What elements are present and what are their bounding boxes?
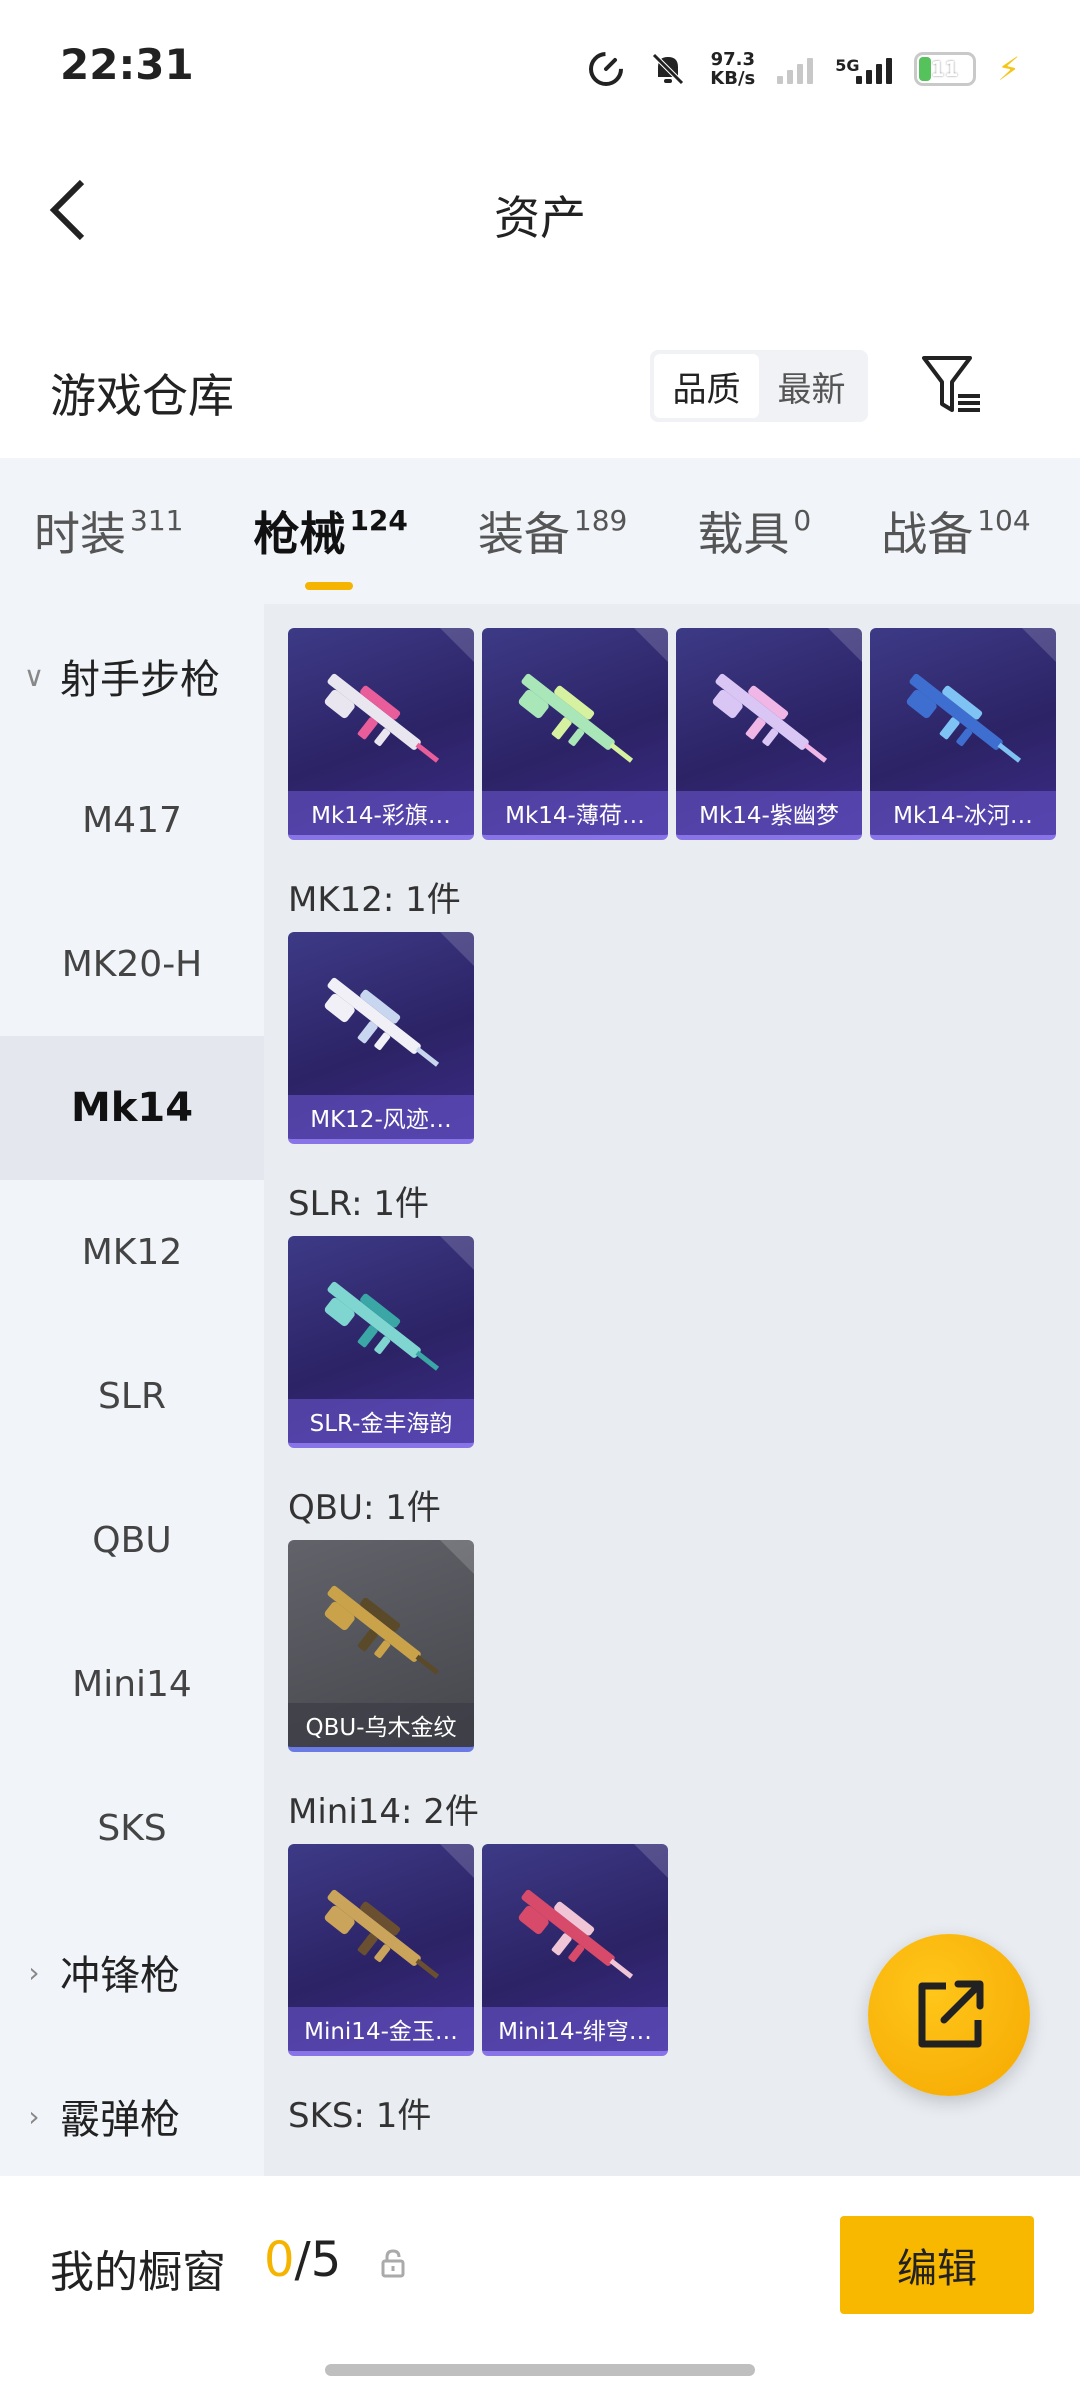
sidebar-item-m417[interactable]: M417: [0, 748, 264, 892]
status-bar: 22:31 97.3 KB/s 5G 11 ⚡: [0, 0, 1080, 130]
weapon-card[interactable]: QBU-乌木金纹: [288, 1540, 474, 1752]
sidebar-group-marksman[interactable]: ∨ 射手步枪: [0, 604, 264, 748]
sidebar-group-shotgun[interactable]: › 霰弹枪: [0, 2044, 264, 2188]
sidebar-item-label: 射手步枪: [60, 657, 220, 703]
weapon-card[interactable]: Mk14-紫幽梦: [676, 628, 862, 840]
rifle-icon: [324, 977, 440, 1067]
section-label: SLR: 1件: [288, 1184, 429, 1224]
weapon-sidebar: ∨ 射手步枪 M417 MK20-H Mk14 MK12 SLR QBU Mini…: [0, 604, 264, 2176]
sidebar-item-label: 冲锋枪: [60, 1953, 180, 1999]
rifle-icon: [518, 1889, 634, 1979]
showcase-bar: 我的橱窗 0/5 编辑: [0, 2176, 1080, 2400]
tab-count: 189: [573, 503, 628, 537]
sidebar-item-mk12[interactable]: MK12: [0, 1180, 264, 1324]
weapon-name: Mk14-彩旗…: [288, 791, 474, 835]
chevron-right-icon: ›: [28, 2099, 40, 2133]
sort-quality-button[interactable]: 品质: [654, 354, 759, 418]
share-button[interactable]: [868, 1934, 1030, 2096]
filter-icon[interactable]: [920, 352, 986, 418]
showcase-separator: /: [294, 2232, 311, 2288]
weapon-card[interactable]: Mk14-薄荷…: [482, 628, 668, 840]
sidebar-item-mini14[interactable]: Mini14: [0, 1612, 264, 1756]
section-label: MK12: 1件: [288, 880, 461, 920]
battery-icon: 11: [913, 52, 976, 86]
weapon-name: QBU-乌木金纹: [288, 1703, 474, 1747]
share-external-icon: [918, 1980, 984, 2048]
showcase-total: 5: [310, 2232, 342, 2288]
tab-label: 枪械: [253, 507, 346, 561]
sidebar-item-mk14[interactable]: Mk14: [0, 1036, 264, 1180]
tab-underline: [305, 582, 354, 590]
weapon-name: Mini14-金玉…: [288, 2007, 474, 2051]
showcase-label: 我的橱窗: [50, 2247, 226, 2298]
section-label: SKS: 1件: [288, 2096, 432, 2136]
speed-unit: KB/s: [710, 68, 756, 89]
category-tabs: 时装 311 枪械 124 装备 189 载具 0 战备 104: [0, 458, 1080, 604]
sidebar-item-slr[interactable]: SLR: [0, 1324, 264, 1468]
edit-button[interactable]: 编辑: [840, 2216, 1034, 2314]
tab-label: 载具: [697, 507, 790, 561]
page-title: 资产: [494, 191, 586, 245]
signal-icon: [777, 54, 814, 84]
tab-label: 时装: [34, 507, 126, 561]
sort-latest-button[interactable]: 最新: [759, 354, 864, 418]
showcase-current: 0: [264, 2232, 295, 2288]
charging-bolt-icon: ⚡: [997, 50, 1020, 88]
weapon-name: Mk14-冰河…: [870, 791, 1056, 835]
lock-icon: [381, 2249, 405, 2278]
rifle-icon: [324, 1585, 440, 1675]
home-indicator: [325, 2364, 755, 2376]
sidebar-item-mk20h[interactable]: MK20-H: [0, 892, 264, 1036]
weapon-name: MK12-风迹…: [288, 1095, 474, 1139]
tab-count: 124: [349, 503, 408, 537]
weapon-card[interactable]: Mini14-绯穹…: [482, 1844, 668, 2056]
sidebar-item-label: 霰弹枪: [60, 2097, 180, 2143]
weapon-name: Mini14-绯穹…: [482, 2007, 668, 2051]
tab-count: 104: [977, 503, 1031, 537]
mute-icon: [652, 53, 685, 85]
status-icons: 97.3 KB/s 5G 11 ⚡: [586, 44, 1020, 94]
weapon-card[interactable]: SLR-金丰海韵: [288, 1236, 474, 1448]
network-speed: 97.3 KB/s: [710, 50, 755, 88]
header: 资产: [0, 130, 1080, 290]
weapon-card[interactable]: Mini14-金玉…: [288, 1844, 474, 2056]
sidebar-group-smg[interactable]: › 冲锋枪: [0, 1900, 264, 2044]
weapon-name: Mk14-紫幽梦: [676, 791, 862, 835]
chevron-down-icon: ∨: [23, 659, 45, 693]
tab-label: 装备: [477, 507, 570, 561]
tab-count: 0: [793, 503, 812, 537]
chevron-right-icon: ›: [28, 1955, 40, 1989]
weapon-card[interactable]: Mk14-彩旗…: [288, 628, 474, 840]
warehouse-title: 游戏仓库: [50, 369, 234, 423]
battery-level: 11: [930, 57, 959, 81]
tab-label: 战备: [881, 507, 974, 561]
rifle-icon: [324, 1281, 440, 1371]
sidebar-item-sks[interactable]: SKS: [0, 1756, 264, 1900]
section-label: QBU: 1件: [288, 1488, 441, 1528]
5g-signal-icon: 5G: [835, 54, 892, 84]
data-saver-icon: [589, 52, 624, 86]
rifle-icon: [712, 673, 828, 763]
weapon-name: Mk14-薄荷…: [482, 791, 668, 835]
showcase-count: 0/5: [264, 2232, 341, 2288]
tab-count: 311: [130, 503, 184, 537]
rifle-icon: [324, 1889, 440, 1979]
sidebar-item-qbu[interactable]: QBU: [0, 1468, 264, 1612]
weapon-name: SLR-金丰海韵: [288, 1399, 474, 1443]
tab-vehicles[interactable]: 载具 0: [697, 498, 811, 564]
speed-value: 97.3: [710, 49, 755, 70]
rifle-icon: [906, 673, 1022, 763]
tab-guns[interactable]: 枪械 124: [253, 498, 408, 590]
section-label: Mini14: 2件: [288, 1792, 479, 1832]
network-type: 5G: [835, 56, 860, 75]
rifle-icon: [324, 673, 440, 763]
weapon-card[interactable]: MK12-风迹…: [288, 932, 474, 1144]
tab-equipment[interactable]: 装备 189: [478, 498, 627, 564]
rifle-icon: [518, 673, 634, 763]
tab-fashion[interactable]: 时装 311: [34, 498, 183, 564]
status-time: 22:31: [60, 40, 194, 89]
weapon-card[interactable]: Mk14-冰河…: [870, 628, 1056, 840]
tab-supplies[interactable]: 战备 104: [881, 498, 1030, 564]
sort-toggle: 品质 最新: [650, 350, 868, 422]
